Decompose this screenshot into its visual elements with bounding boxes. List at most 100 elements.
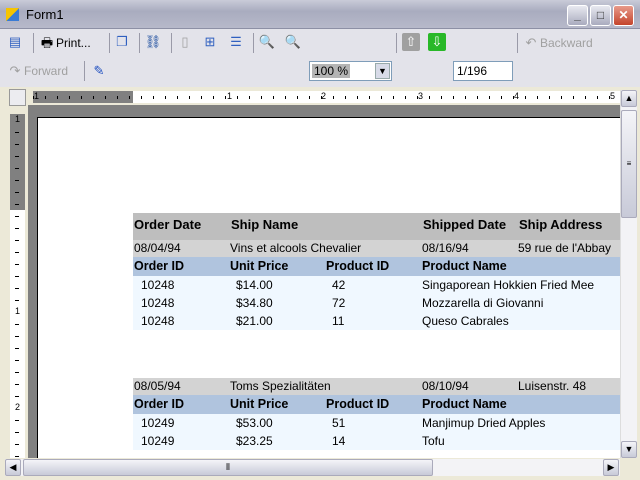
detail-row: 10249 $23.25 14 Tofu: [133, 432, 620, 450]
ruler-label: 2: [15, 402, 21, 412]
unit-price: $14.00: [236, 278, 273, 292]
previous-page-icon[interactable]: ⇧: [402, 33, 420, 51]
product-id: 42: [332, 278, 346, 292]
forward-icon: ↷: [9, 63, 21, 78]
horizontal-ruler: 1 1 2 3 4 5: [33, 91, 620, 103]
ship-name: Vins et alcools Chevalier: [230, 241, 362, 255]
backward-label: Backward: [540, 36, 593, 50]
product-id: 51: [332, 416, 346, 430]
table-of-contents-icon[interactable]: ▤: [6, 33, 24, 51]
forward-button[interactable]: ↷ Forward: [6, 60, 68, 82]
order-id: 10249: [141, 416, 175, 430]
separator: [109, 33, 110, 53]
scroll-thumb[interactable]: ≡: [621, 110, 637, 218]
ruler-label: 1: [15, 306, 21, 316]
minimize-button[interactable]: _: [567, 5, 588, 26]
title-bar: Form1 _ □ ✕: [0, 0, 640, 29]
toolbar: ▤ 🖶 Print... ❐ ⛓ ▯ ⊞ ☰ 🔍 🔍 100 % ▼ ⇧ ⇩ 1…: [0, 29, 640, 87]
separator: [517, 33, 518, 53]
zoom-select[interactable]: 100 % ▼: [309, 61, 392, 81]
print-button[interactable]: 🖶 Print...: [38, 32, 91, 54]
detail-header-order-id: Order ID: [134, 397, 185, 411]
detail-row: 10248 $34.80 72 Mozzarella di Giovanni: [133, 294, 620, 312]
shipped-date: 08/10/94: [422, 379, 469, 393]
unit-price: $53.00: [236, 416, 273, 430]
detail-header-unit-price: Unit Price: [230, 259, 289, 273]
order-id: 10248: [141, 314, 175, 328]
zoom-in-icon[interactable]: 🔍: [284, 33, 302, 51]
ruler-corner: [9, 89, 26, 106]
separator: [33, 33, 34, 53]
page-number-input[interactable]: 1/196: [453, 61, 513, 81]
zoom-out-icon[interactable]: 🔍: [258, 33, 276, 51]
detail-row: 10248 $14.00 42 Singaporean Hokkien Frie…: [133, 276, 620, 294]
product-id: 11: [332, 314, 345, 328]
detail-header-product-name: Product Name: [422, 259, 507, 273]
print-label: Print...: [56, 36, 91, 50]
separator: [171, 33, 172, 53]
chevron-down-icon[interactable]: ▼: [375, 63, 390, 79]
order-date: 08/05/94: [134, 379, 181, 393]
continuous-page-icon[interactable]: ☰: [227, 33, 245, 51]
order-id: 10248: [141, 296, 175, 310]
forward-label: Forward: [24, 64, 69, 78]
horizontal-scrollbar[interactable]: ◀ ⦀ ▶: [5, 459, 620, 476]
unit-price: $21.00: [236, 314, 273, 328]
ship-name: Toms Spezialitäten: [230, 379, 331, 393]
header-ship-address: Ship Address: [519, 217, 603, 232]
product-name: Mozzarella di Giovanni: [422, 296, 544, 310]
product-id: 72: [332, 296, 346, 310]
detail-header-product-name: Product Name: [422, 397, 507, 411]
order-row: 08/05/94 Toms Spezialitäten 08/10/94 Lui…: [133, 378, 620, 395]
scroll-up-button[interactable]: ▲: [621, 90, 637, 107]
backward-button[interactable]: ↶ Backward: [522, 32, 593, 54]
ruler-label: 1: [15, 114, 21, 124]
product-name: Singaporean Hokkien Fried Mee: [422, 278, 595, 292]
detail-row: 10248 $21.00 11 Queso Cabrales: [133, 312, 620, 330]
maximize-button[interactable]: □: [590, 5, 611, 26]
next-page-icon[interactable]: ⇩: [428, 33, 446, 51]
header-shipped-date: Shipped Date: [423, 217, 507, 232]
single-page-icon[interactable]: ▯: [176, 33, 194, 51]
separator: [396, 33, 397, 53]
order-id: 10248: [141, 278, 175, 292]
shipped-date: 08/16/94: [422, 241, 469, 255]
detail-header-product-id: Product ID: [326, 397, 390, 411]
horizontal-scroll-thumb[interactable]: ⦀: [23, 459, 433, 476]
order-row: 08/04/94 Vins et alcools Chevalier 08/16…: [133, 240, 620, 257]
detail-header-unit-price: Unit Price: [230, 397, 289, 411]
ship-address: Luisenstr. 48: [518, 379, 587, 393]
close-button[interactable]: ✕: [613, 5, 634, 26]
product-name: Manjimup Dried Apples: [422, 416, 546, 430]
unit-price: $23.25: [236, 434, 273, 448]
separator: [139, 33, 140, 53]
edit-pencil-icon[interactable]: ✎: [90, 62, 108, 80]
ruler-ticks: [33, 96, 620, 99]
detail-header-row: Order ID Unit Price Product ID Product N…: [133, 257, 620, 276]
detail-header-row: Order ID Unit Price Product ID Product N…: [133, 395, 620, 414]
header-order-date: Order Date: [134, 217, 202, 232]
separator: [84, 61, 85, 81]
copy-icon[interactable]: ❐: [113, 33, 131, 51]
find-binoculars-icon[interactable]: ⛓: [144, 33, 162, 51]
vertical-ruler: 1 1 2: [10, 114, 25, 458]
ship-address: 59 rue de l'Abbay: [518, 241, 612, 255]
detail-header-order-id: Order ID: [134, 259, 185, 273]
scroll-down-button[interactable]: ▼: [621, 441, 637, 458]
detail-header-product-id: Product ID: [326, 259, 390, 273]
report-header-row: Order Date Ship Name Shipped Date Ship A…: [133, 213, 620, 240]
scroll-right-button[interactable]: ▶: [603, 459, 619, 476]
unit-price: $34.80: [236, 296, 273, 310]
window-title: Form1: [26, 7, 64, 22]
detail-row: 10249 $53.00 51 Manjimup Dried Apples: [133, 414, 620, 432]
multi-page-icon[interactable]: ⊞: [201, 33, 219, 51]
product-id: 14: [332, 434, 346, 448]
scroll-left-button[interactable]: ◀: [5, 459, 21, 476]
vertical-scrollbar[interactable]: ▲ ≡ ▼: [620, 90, 637, 458]
zoom-value: 100 %: [312, 64, 351, 78]
header-ship-name: Ship Name: [231, 217, 299, 232]
page-number-value: 1/196: [457, 64, 488, 78]
printer-icon: 🖶: [40, 35, 54, 50]
product-name: Tofu: [422, 434, 445, 448]
order-id: 10249: [141, 434, 175, 448]
